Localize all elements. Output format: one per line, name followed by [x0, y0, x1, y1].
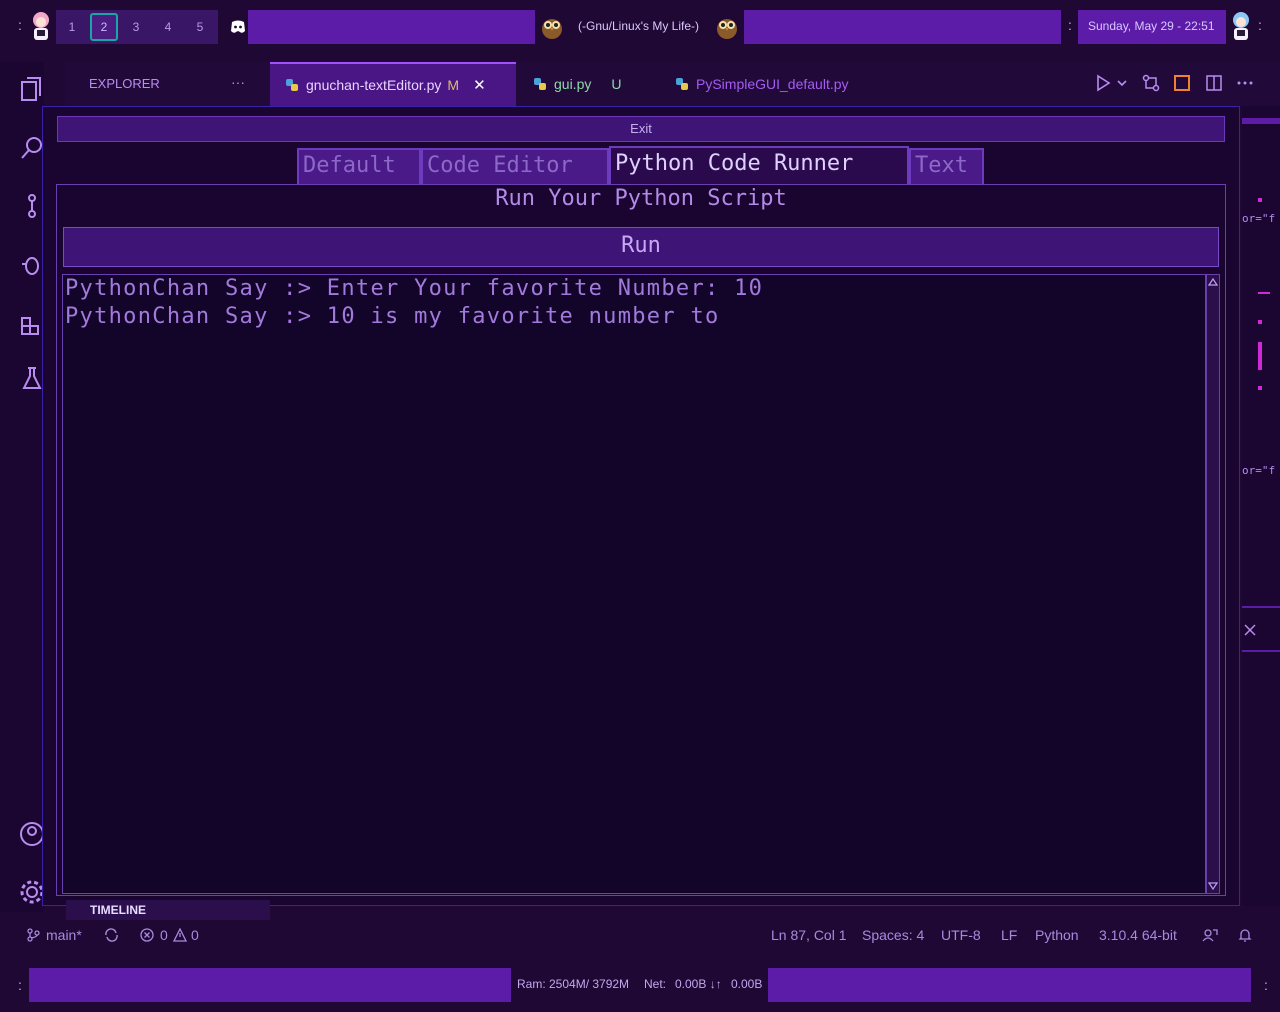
output-line: PythonChan Say :> Enter Your favorite Nu… [65, 276, 764, 301]
cursor-position[interactable]: Ln 87, Col 1 [771, 927, 847, 943]
net-upload: 0.00B [731, 977, 763, 991]
tab-gui[interactable]: gui.py U [518, 62, 658, 106]
taskbar-segment-right [744, 10, 1061, 44]
language-mode[interactable]: Python [1035, 927, 1079, 943]
encoding[interactable]: UTF-8 [941, 927, 981, 943]
taskbar-segment-left [248, 10, 535, 44]
timeline-section[interactable]: TIMELINE [66, 900, 270, 920]
output-scrollbar[interactable] [1206, 274, 1220, 894]
anime-mascot-icon [33, 12, 49, 40]
anime-mascot-icon [1233, 12, 1249, 40]
workspace-4[interactable]: 4 [152, 20, 184, 34]
explorer-title: EXPLORER [89, 76, 160, 91]
tab-text[interactable]: Text [909, 148, 984, 184]
editor-peek: or="f or="f [1242, 106, 1280, 906]
owl-icon [542, 19, 562, 39]
bell-icon[interactable] [1238, 927, 1252, 943]
net-label: Net: [644, 977, 667, 991]
workspace-5[interactable]: 5 [184, 20, 216, 34]
separator: : [18, 17, 22, 33]
exit-button[interactable]: Exit [57, 116, 1225, 142]
tab-gnuchan-texteditor[interactable]: gnuchan-textEditor.py M ✕ [270, 62, 516, 106]
chevron-down-icon[interactable] [1116, 74, 1128, 92]
runner-heading: Run Your Python Script [495, 186, 787, 211]
close-panel-icon[interactable] [1244, 624, 1256, 636]
indentation[interactable]: Spaces: 4 [862, 927, 924, 943]
scroll-down-icon[interactable] [1208, 881, 1218, 891]
tab-default[interactable]: Default [297, 148, 421, 184]
top-panel: : 1 2 3 4 5 (-Gnu/Linux's My Life-) : Su… [0, 0, 1280, 52]
ram-usage: Ram: 2504M/ 3792M [517, 977, 630, 991]
warning-count[interactable]: 0 [191, 927, 199, 943]
code-snippet: or="f [1242, 212, 1276, 225]
workspace-1[interactable]: 1 [56, 20, 88, 34]
error-icon[interactable] [140, 928, 154, 942]
net-download: 0.00B ↓↑ [675, 977, 722, 991]
run-button[interactable]: Run [63, 227, 1219, 267]
untracked-badge: U [611, 76, 622, 92]
python-file-icon [286, 79, 298, 91]
workspace-2[interactable]: 2 [88, 13, 120, 41]
separator: : [1264, 977, 1268, 993]
workspace-3[interactable]: 3 [120, 20, 152, 34]
split-editor-icon[interactable] [1205, 74, 1223, 92]
python-file-icon [534, 78, 546, 90]
clock: Sunday, May 29 - 22:51 [1088, 19, 1215, 33]
output-line: PythonChan Say :> 10 is my favorite numb… [65, 304, 720, 329]
tab-pysimplegui-default[interactable]: PySimpleGUI_default.py [660, 62, 900, 106]
run-icon[interactable] [1094, 74, 1112, 92]
feedback-icon[interactable] [1202, 927, 1218, 943]
tab-code-editor[interactable]: Code Editor [421, 148, 609, 184]
bottom-segment-left [29, 968, 511, 1002]
line-ending[interactable]: LF [1001, 927, 1017, 943]
code-snippet: or="f [1242, 464, 1276, 477]
compare-changes-icon[interactable] [1142, 74, 1160, 92]
separator: : [1258, 17, 1262, 33]
activity-bar [0, 62, 44, 912]
more-actions-icon[interactable] [1236, 74, 1254, 92]
sync-icon[interactable] [104, 928, 119, 942]
files-icon[interactable] [18, 76, 46, 104]
workspace-switcher: 1 2 3 4 5 [56, 10, 218, 44]
python-interpreter[interactable]: 3.10.4 64-bit [1099, 927, 1177, 943]
separator: : [1068, 17, 1072, 33]
warning-icon[interactable] [173, 928, 187, 942]
branch-icon [27, 928, 40, 942]
stop-icon[interactable] [1173, 74, 1191, 92]
python-file-icon [676, 78, 688, 90]
close-icon[interactable]: ✕ [473, 76, 486, 94]
bottom-panel: : : [0, 962, 1280, 1012]
branch-name[interactable]: main* [46, 927, 82, 943]
bottom-segment-right [768, 968, 1251, 1002]
window-title: (-Gnu/Linux's My Life-) [578, 19, 699, 33]
discord-icon[interactable] [230, 20, 246, 34]
tab-python-code-runner[interactable]: Python Code Runner [609, 146, 909, 184]
output-console[interactable]: PythonChan Say :> Enter Your favorite Nu… [62, 274, 1206, 894]
separator: : [18, 977, 22, 993]
error-count[interactable]: 0 [160, 927, 168, 943]
scroll-up-icon[interactable] [1208, 277, 1218, 287]
owl-icon [717, 19, 737, 39]
modified-badge: M [447, 77, 460, 93]
editor-tabs: gnuchan-textEditor.py M ✕ gui.py U PySim… [270, 62, 1280, 106]
explorer-more-button[interactable]: ··· [231, 74, 245, 90]
status-bar: main* 0 0 Ln 87, Col 1 Spaces: 4 UTF-8 L… [0, 920, 1280, 950]
explorer-header: EXPLORER ··· [66, 62, 270, 106]
